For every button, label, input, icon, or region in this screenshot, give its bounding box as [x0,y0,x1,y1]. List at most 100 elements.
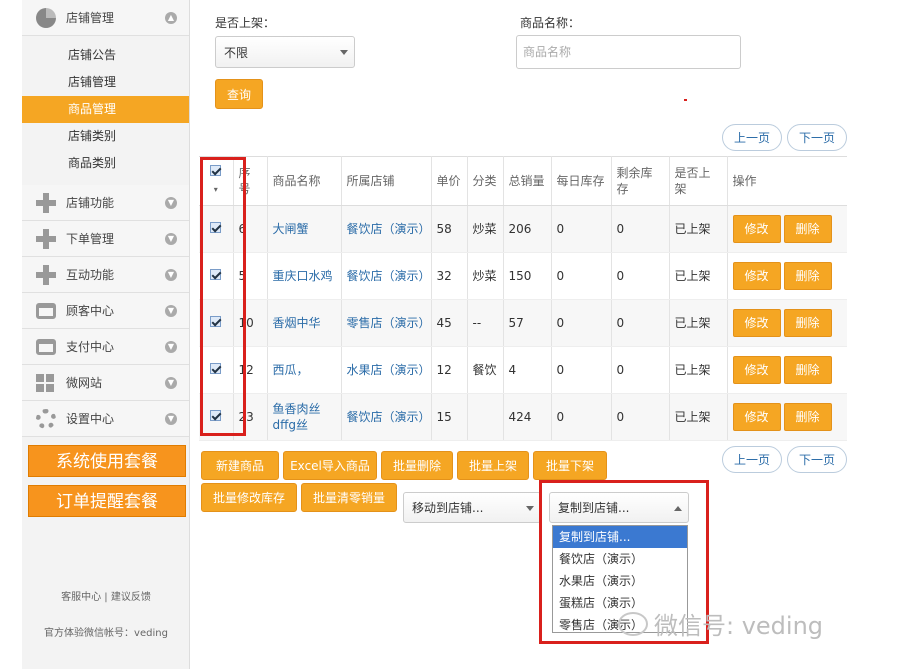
edit-button[interactable]: 修改 [732,403,781,431]
edit-button[interactable]: 修改 [732,356,781,384]
sidebar-section-settings[interactable]: 设置中心 ▼ [22,401,189,437]
edit-button[interactable]: 修改 [732,309,781,337]
cell-name[interactable]: 香烟中华 [267,299,342,347]
cell-name[interactable]: 大闸蟹 [267,205,342,253]
gear-icon [36,408,56,429]
sidebar-section-label: 店铺功能 [66,196,115,210]
cell-actions: 修改 删除 [727,299,847,347]
cell-remaining-stock: 0 [611,205,670,253]
sidebar-section-label: 设置中心 [66,412,115,426]
batch-list-button[interactable]: 批量上架 [457,451,529,480]
batch-delist-button[interactable]: 批量下架 [533,451,607,480]
sidebar-footer-links[interactable]: 客服中心 | 建议反馈 [22,588,190,603]
edit-button[interactable]: 修改 [732,262,781,290]
delete-button[interactable]: 删除 [783,356,832,384]
pie-chart-icon [36,7,56,28]
cell-daily-stock: 0 [551,393,612,441]
chevron-down-icon[interactable]: ▼ [165,232,177,245]
sidebar-section-payment-center[interactable]: 支付中心 ▼ [22,329,189,365]
cell-store[interactable]: 餐饮店（演示） [341,393,432,441]
cell-store[interactable]: 餐饮店（演示） [341,205,432,253]
chevron-down-icon[interactable]: ▼ [165,196,177,209]
delete-button[interactable]: 删除 [783,262,832,290]
batch-clear-sales-button[interactable]: 批量清零销量 [301,483,397,512]
table-row: 10 香烟中华 零售店（演示） 45 -- 57 0 0 已上架 修改 删除 [199,299,847,347]
table-row: 12 西瓜， 水果店（演示） 12 餐饮 4 0 0 已上架 修改 删除 [199,346,847,394]
cell-name[interactable]: 重庆口水鸡 [267,252,342,300]
new-product-button[interactable]: 新建商品 [201,451,279,480]
cell-name[interactable]: 西瓜， [267,346,342,394]
col-header-sales: 总销量 [503,156,552,206]
cell-daily-stock: 0 [551,346,612,394]
cell-category [467,393,504,441]
sidebar-item-store-category[interactable]: 店铺类别 [22,123,189,150]
cell-price: 58 [431,205,468,253]
excel-import-button[interactable]: Excel导入商品 [283,451,377,480]
sidebar-item-product-mgmt[interactable]: 商品管理 [22,96,189,123]
delete-button[interactable]: 删除 [783,215,832,243]
cell-price: 32 [431,252,468,300]
delete-button[interactable]: 删除 [783,309,832,337]
listed-filter-label: 是否上架： [215,16,276,30]
col-header-store: 所属店铺 [341,156,432,206]
sidebar-section-order-mgmt[interactable]: 下单管理 ▼ [22,221,189,257]
chevron-down-icon[interactable]: ▼ [165,340,177,353]
cell-daily-stock: 0 [551,252,612,300]
cell-category: -- [467,299,504,347]
batch-delete-button[interactable]: 批量删除 [381,451,453,480]
order-reminder-package-button[interactable]: 订单提醒套餐 [28,485,186,517]
product-name-input[interactable] [516,35,741,69]
cell-store[interactable]: 零售店（演示） [341,299,432,347]
col-header-actions: 操作 [727,156,847,206]
next-page-button-bottom[interactable]: 下一页 [787,446,847,473]
sidebar-item-product-category[interactable]: 商品类别 [22,150,189,177]
main-content: 是否上架： 不限 商品名称： 查询 上一页 下一页 ▾ 序号 商品名称 所属店铺… [191,0,900,669]
prev-page-button-bottom[interactable]: 上一页 [722,446,782,473]
col-header-name: 商品名称 [267,156,342,206]
delete-button[interactable]: 删除 [783,403,832,431]
sidebar-section-microsite[interactable]: 微网站 ▼ [22,365,189,401]
cell-listed: 已上架 [669,346,728,394]
sidebar-section-label: 顾客中心 [66,304,115,318]
sidebar-section-label: 店铺管理 [66,11,115,25]
chevron-up-icon[interactable]: ▲ [165,11,177,24]
sidebar-footer-account: 官方体验微信帐号：veding [44,628,168,639]
chevron-down-icon[interactable]: ▼ [165,412,177,425]
chevron-down-icon[interactable]: ▼ [165,304,177,317]
sidebar: 店铺管理 ▲ 店铺公告 店铺管理 商品管理 店铺类别 商品类别 店铺功能 ▼ 下… [22,0,190,669]
sidebar-section-customer-center[interactable]: 顾客中心 ▼ [22,293,189,329]
cell-name[interactable]: 鱼香肉丝dffg丝 [267,393,342,441]
cell-sales: 150 [503,252,552,300]
listed-filter-select[interactable]: 不限 [215,36,355,68]
system-package-button[interactable]: 系统使用套餐 [28,445,186,477]
col-header-category: 分类 [467,156,504,206]
sidebar-section-store-mgmt[interactable]: 店铺管理 ▲ [22,0,189,36]
sidebar-item-store-notice[interactable]: 店铺公告 [22,42,189,69]
cell-daily-stock: 0 [551,299,612,347]
sidebar-item-store-mgmt[interactable]: 店铺管理 [22,69,189,96]
cell-store[interactable]: 餐饮店（演示） [341,252,432,300]
query-button[interactable]: 查询 [215,79,263,109]
batch-stock-button[interactable]: 批量修改库存 [201,483,297,512]
col-header-price: 单价 [431,156,468,206]
move-to-store-select[interactable]: 移动到店铺... [403,492,541,523]
cell-actions: 修改 删除 [727,393,847,441]
sidebar-section-store-functions[interactable]: 店铺功能 ▼ [22,185,189,221]
cell-sales: 206 [503,205,552,253]
sidebar-section-label: 支付中心 [66,340,115,354]
edit-button[interactable]: 修改 [732,215,781,243]
chevron-down-icon[interactable]: ▼ [165,376,177,389]
sidebar-section-interactive[interactable]: 互动功能 ▼ [22,257,189,293]
col-header-listed: 是否上架 [669,156,728,206]
chevron-down-icon [340,50,348,55]
chevron-down-icon[interactable]: ▼ [165,268,177,281]
cell-store[interactable]: 水果店（演示） [341,346,432,394]
sidebar-section-label: 微网站 [66,376,103,390]
cell-listed: 已上架 [669,393,728,441]
cell-actions: 修改 删除 [727,252,847,300]
next-page-button-top[interactable]: 下一页 [787,124,847,151]
cell-actions: 修改 删除 [727,346,847,394]
inbox-icon [36,338,56,355]
inbox-icon [36,302,56,319]
prev-page-button-top[interactable]: 上一页 [722,124,782,151]
